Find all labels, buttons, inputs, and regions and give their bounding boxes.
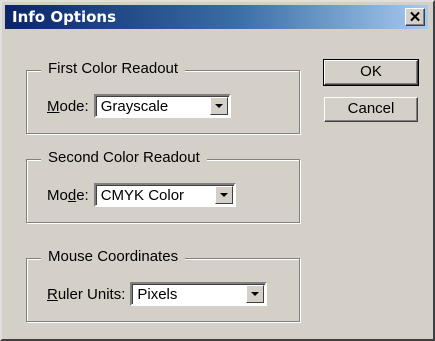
dialog-title: Info Options xyxy=(12,8,117,26)
selected-value: Grayscale xyxy=(100,98,169,115)
mode-label: Mode: xyxy=(47,186,89,204)
second-color-readout-group: Second Color Readout Mode: CMYK Color xyxy=(26,149,300,223)
first-color-readout-group: First Color Readout Mode: Grayscale xyxy=(26,60,300,134)
group-title: Second Color Readout xyxy=(41,149,207,166)
ok-button[interactable]: OK xyxy=(323,59,419,86)
title-bar[interactable]: Info Options ✕ xyxy=(5,5,428,29)
mouse-coordinates-group: Mouse Coordinates Ruler Units: Pixels xyxy=(26,248,300,322)
group-title: Mouse Coordinates xyxy=(41,248,186,265)
chevron-down-icon[interactable] xyxy=(214,186,233,204)
mode-label: Mode: xyxy=(47,97,89,115)
chevron-down-icon[interactable] xyxy=(209,97,228,115)
first-mode-select[interactable]: Grayscale xyxy=(93,94,231,118)
second-mode-select[interactable]: CMYK Color xyxy=(93,183,236,207)
close-button[interactable]: ✕ xyxy=(405,8,425,26)
selected-value: CMYK Color xyxy=(100,187,185,204)
ruler-units-select[interactable]: Pixels xyxy=(130,282,268,306)
info-options-dialog: Info Options ✕ First Color Readout Mode:… xyxy=(0,0,435,341)
chevron-down-icon[interactable] xyxy=(246,285,265,303)
ruler-units-label: Ruler Units: xyxy=(47,285,126,303)
selected-value: Pixels xyxy=(137,286,178,303)
close-icon: ✕ xyxy=(408,9,422,26)
group-title: First Color Readout xyxy=(41,60,186,77)
cancel-button[interactable]: Cancel xyxy=(324,97,418,122)
